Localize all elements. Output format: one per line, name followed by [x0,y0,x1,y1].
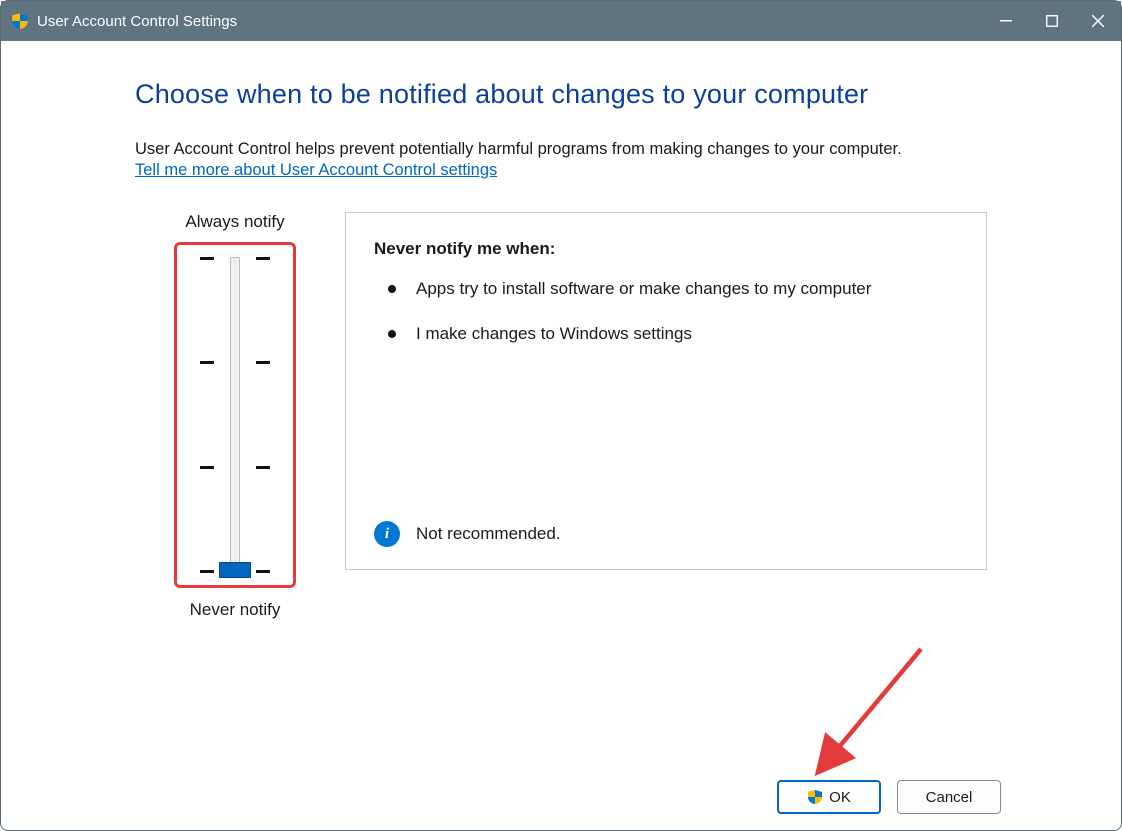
minimize-button[interactable] [983,1,1029,41]
help-link[interactable]: Tell me more about User Account Control … [135,161,497,179]
slider-top-label: Always notify [135,212,335,232]
title-bar: User Account Control Settings [1,1,1121,41]
page-title: Choose when to be notified about changes… [135,79,987,110]
close-button[interactable] [1075,1,1121,41]
page-description: User Account Control helps prevent poten… [135,140,987,159]
slider-column: Always notify Never notify [135,212,335,620]
panel-item: I make changes to Windows settings [388,322,958,347]
panel-list: Apps try to install software or make cha… [374,277,958,346]
shield-icon [807,789,823,805]
cancel-label: Cancel [926,789,973,806]
panel-item: Apps try to install software or make cha… [388,277,958,302]
slider-thumb[interactable] [219,562,251,578]
notification-panel: Never notify me when: Apps try to instal… [345,212,987,570]
shield-icon [11,12,29,30]
ok-label: OK [829,789,851,806]
maximize-button[interactable] [1029,1,1075,41]
annotation-arrow-icon [801,641,941,791]
window-title: User Account Control Settings [37,13,983,30]
recommendation-text: Not recommended. [416,524,561,544]
info-icon: i [374,521,400,547]
cancel-button[interactable]: Cancel [897,780,1001,814]
uac-slider[interactable] [200,257,270,573]
slider-bottom-label: Never notify [135,600,335,620]
ok-button[interactable]: OK [777,780,881,814]
slider-highlight-box [174,242,296,588]
panel-heading: Never notify me when: [374,239,958,259]
